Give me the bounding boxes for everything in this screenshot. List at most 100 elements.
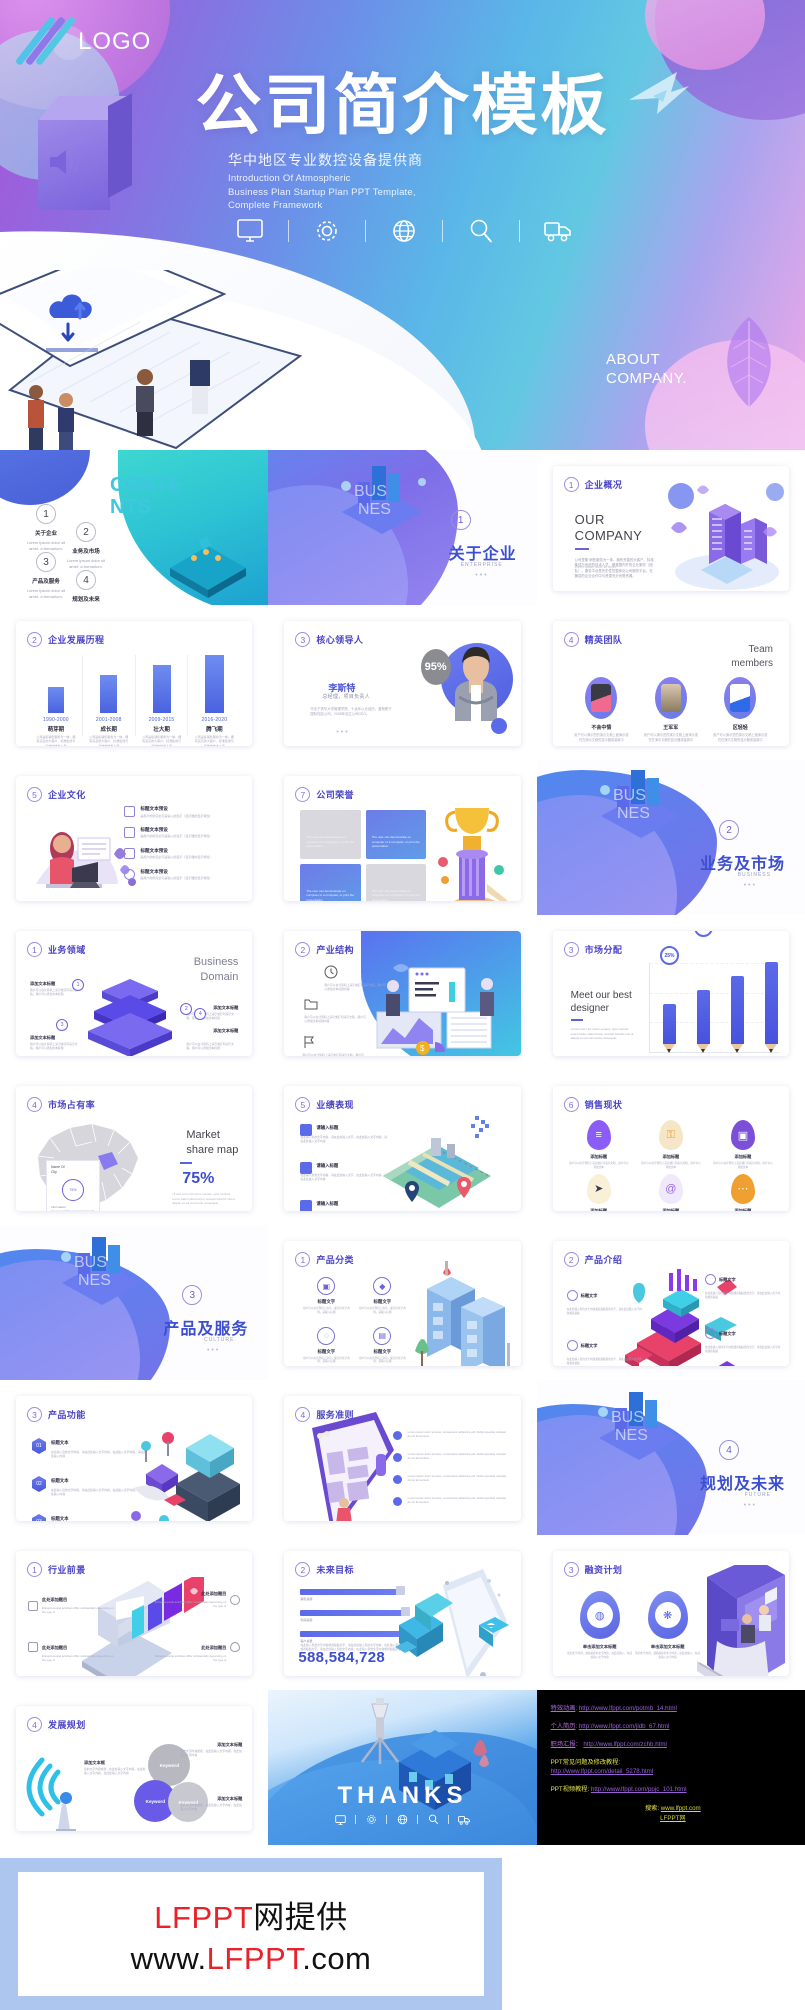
link-row[interactable]: 个人简历: http://www.lfppt.com/jldb_67.html xyxy=(551,1722,795,1731)
slide-company-culture[interactable]: 5 企业文化 标题文本预设 是用户的的完全可是输入的显示（显示器的显示特性） 标… xyxy=(0,760,269,915)
chart-icon xyxy=(124,826,136,838)
intro-item[interactable]: 标题文字 在此处输入您的文字内容或者粘贴您的文字，请在此处输入文字内容或者粘贴 xyxy=(566,1287,643,1316)
slide-elite-team[interactable]: 4 精英团队 Team members 不会中情 用户可以演示您的演示文稿上面演… xyxy=(536,605,805,760)
culture-item[interactable]: 标题文本预设 是用户的的完全可是输入的显示（显示器的显示特性） xyxy=(124,868,240,881)
guideline-item[interactable]: Lorem ipsum dolor sit amet, consectetur … xyxy=(392,1496,509,1506)
slide-industry-prospect[interactable]: 1 行业前景 此处添加题目 Entrepreneurial activities… xyxy=(0,1535,269,1690)
search-icon[interactable] xyxy=(459,218,503,244)
financing-title: 单击添加文本标题 xyxy=(582,1644,617,1649)
gear-icon[interactable] xyxy=(305,218,349,244)
guideline-item[interactable]: Lorem ipsum dolor sit amet, consectetur … xyxy=(392,1474,509,1484)
status-item[interactable]: ▣ 添加标题 用户可以在计算机上演示或打印演示文稿，用户可以添加文本 xyxy=(709,1120,777,1170)
slide-divider-product[interactable]: BUS NES 3 产品及服务 CULTURE ••• xyxy=(0,1225,269,1380)
intro-item[interactable]: 标题文字 在此处输入您的文字内容或者粘贴您的文字，请在此处输入文字内容或者粘贴 xyxy=(704,1325,781,1354)
culture-item[interactable]: 标题文本预设 是用户的的完全可是输入的显示（显示器的显示特性） xyxy=(124,847,240,860)
bullet-dot xyxy=(392,1497,402,1506)
intro-item[interactable]: 标题文字 在此处输入您的文字内容或者粘贴您的文字，请在此处输入文字内容或者粘贴 xyxy=(704,1271,781,1300)
culture-item[interactable]: 标题文本预设 是用户的的完全可是输入的显示（显示器的显示特性） xyxy=(124,806,240,818)
faq-url[interactable]: http://www.lfppt.com/detail_5278.html xyxy=(551,1767,795,1776)
team-member[interactable]: 区轻轻 用户可以演示您的演示文稿上面演示或在在演示文稿的显示器或装置中 xyxy=(712,677,768,742)
prospect-item[interactable]: 此处添加题目 Entrepreneurial activities differ… xyxy=(42,1597,114,1614)
slide-divider-about[interactable]: BUS NES 1 关于企业 ENTERPRISE ••• xyxy=(268,450,537,605)
globe-icon[interactable] xyxy=(382,218,426,244)
globe-icon[interactable] xyxy=(392,1814,412,1825)
performance-desc: 在此输入您的文字内容，请在此处输入文字，在此处输入文字内容，请在此处输入文字内容 xyxy=(300,1135,388,1144)
slide-title: 企业发展历程 xyxy=(48,635,105,645)
category-item[interactable]: ◌ 标题文字 用户可以在计算机上演示，或打印文字内容，请输入标题 xyxy=(302,1326,350,1365)
search-url[interactable]: www.lfppt.com xyxy=(661,1805,701,1812)
structure-item[interactable]: 用户可以在计算机上演示或打印演示文稿，用户可以添加文本标题内容 xyxy=(302,1035,364,1056)
honor-cell[interactable]: The user can demonstrate on computer or … xyxy=(300,810,361,859)
link-row[interactable]: 特效动画: http://www.lfppt.com/potmb_14.html xyxy=(551,1704,795,1713)
link-url[interactable]: http://www.lfppt.com/potmb_14.html xyxy=(579,1705,677,1712)
search-block[interactable]: 搜索: www.lfppt.com LFPPT网 xyxy=(551,1804,795,1824)
structure-item[interactable]: 用户可以在计算机上演示或打印演示文稿，用户可以添加文本标题内容 xyxy=(304,997,366,1023)
slide-company-history[interactable]: 2 企业发展历程 1990-2000 萌芽期 公司是集销售服务为一体，拥有完善的… xyxy=(0,605,269,760)
team-member[interactable]: 不会中情 用户可以演示您的演示文稿上面演示或在在演示文稿的显示器或装置中 xyxy=(573,677,629,742)
honor-cell[interactable]: The user can demonstrate on computer or … xyxy=(365,863,427,901)
thumb-row-7: 3 产品功能 01 标题文本 在此输入您的文字内容，请在此处输入文字内容，在此输… xyxy=(0,1380,805,1535)
slide-performance[interactable]: 5 业绩表现 请输入标题 在此输入您的文字内容，请在此处输入文字，在此处输入文字… xyxy=(268,1070,537,1225)
monitor-icon[interactable] xyxy=(330,1814,350,1825)
prospect-item[interactable]: 此处添加题目 Entrepreneurial activities differ… xyxy=(154,1645,226,1662)
link-url[interactable]: http://www.lfppt.com/zchb.html xyxy=(583,1741,667,1748)
slide-development-plan[interactable]: 4 发展规划 Keyword Keyword Keyword 添加文本框 您的文 xyxy=(0,1690,269,1845)
contents-item-4[interactable]: 4 规划及未来 Lorem ipsum dolor sit amet, a fo… xyxy=(48,570,124,605)
prospect-item[interactable]: 此处添加题目 Entrepreneurial activities differ… xyxy=(154,1591,226,1608)
guideline-item[interactable]: Lorem ipsum dolor sit amet, consectetur … xyxy=(392,1430,509,1440)
link-row[interactable]: 职场汇报： http://www.lfppt.com/zchb.html xyxy=(551,1740,795,1749)
slide-divider-business[interactable]: BUS NES 2 业务及市场 BUSINESS ••• xyxy=(536,760,805,915)
link-url[interactable]: http://www.lfppt.com/jldb_67.html xyxy=(579,1723,669,1730)
domain-marker[interactable]: 3 xyxy=(56,1019,68,1031)
slide-contents[interactable]: CONTE NTS 1 关于企业 Lorem ipsum dolor sit a… xyxy=(0,450,269,605)
slide-core-leader[interactable]: 3 核心领导人 95% 李斯特 总经理，项目负责人 毕业于清华大学管理学院，十余… xyxy=(268,605,537,760)
performance-item[interactable]: 请输入标题 在此输入您的文字内容，请在此处输入文字，在此处输入文字内容，请在此处… xyxy=(300,1200,388,1211)
prospect-item[interactable]: 此处添加题目 Entrepreneurial activities differ… xyxy=(42,1645,114,1662)
intro-item[interactable]: 标题文字 在此处输入您的文字内容或者粘贴您的文字，请在此处输入文字内容或者粘贴 xyxy=(566,1337,643,1366)
venn-circle-gray-2[interactable]: Keyword xyxy=(168,1782,209,1822)
search-icon[interactable] xyxy=(423,1814,443,1825)
video-url[interactable]: http://www.lfppt.com/ppjc_101.html xyxy=(591,1786,687,1793)
status-item[interactable]: @ 添加标题 用户可以在计算机上演示或打印演示文稿，用户可以添加文本 xyxy=(637,1173,705,1211)
prospect-desc: Entrepreneurial activities differ substa… xyxy=(42,1653,114,1662)
slide-business-domain[interactable]: 1 业务领域 Business Domain 添加文本标题 用户可以在计算机上演… xyxy=(0,915,269,1070)
slide-company-overview[interactable]: 1 企业概况 OUR COMPANY 公司是集‧销售服务为一体，拥有完善的大客户… xyxy=(536,450,805,605)
slide-sales-status[interactable]: 6 销售现状 ≡ 添加标题 用户可以在计算机上演示或打印演示文稿，用户可以添加文… xyxy=(536,1070,805,1225)
video-block[interactable]: PPT视频教程: http://www.lfppt.com/ppjc_101.h… xyxy=(551,1785,795,1794)
honor-cell[interactable]: The user can demonstrate on computer or … xyxy=(300,863,361,901)
status-item[interactable]: ⋯ 添加标题 用户可以在计算机上演示或打印演示文稿，用户可以添加文本 xyxy=(709,1173,777,1211)
slide-industry-structure[interactable]: 2 产业结构 用户可以在计算机上演示或打印演示文稿，用户可以添加文本标题内容 用… xyxy=(268,915,537,1070)
guideline-item[interactable]: Lorem ipsum dolor sit amet, consectetur … xyxy=(392,1452,509,1462)
performance-item[interactable]: 请输入标题 在此输入您的文字内容，请在此处输入文字，在此处输入文字内容，请在此处… xyxy=(300,1162,388,1181)
divider-dots: ••• xyxy=(743,882,757,889)
site-name[interactable]: LFPPT网 xyxy=(551,1814,795,1824)
footer-line1: LFPPT网提供 xyxy=(154,1892,347,1937)
truck-icon[interactable] xyxy=(536,219,580,243)
hero-about-line1: ABOUT xyxy=(606,351,661,368)
status-item[interactable]: ➤ 添加标题 用户可以在计算机上演示或打印演示文稿，用户可以添加文本 xyxy=(565,1173,633,1211)
status-item[interactable]: ≡ 添加标题 用户可以在计算机上演示或打印演示文稿，用户可以添加文本 xyxy=(565,1120,633,1170)
gear-icon[interactable] xyxy=(361,1814,381,1825)
slide-product-category[interactable]: 1 产品分类 ▣ 标题文字 用户可以在计算机上演示，或打印文字内容，请输入标题 … xyxy=(268,1225,537,1380)
slide-thanks[interactable]: THANKS xyxy=(268,1690,537,1845)
monitor-icon[interactable] xyxy=(228,219,272,243)
slide-company-honor[interactable]: 7 公司荣誉 The user can demonstrate on compu… xyxy=(268,760,537,915)
slide-product-function[interactable]: 3 产品功能 01 标题文本 在此输入您的文字内容，请在此处输入文字内容，在此输… xyxy=(0,1380,269,1535)
truck-icon[interactable] xyxy=(454,1815,474,1825)
financing-item[interactable]: ◍ 单击添加文本标题 您的文字内容，或粘贴您的文字内容，在此处输入，在此处输入文… xyxy=(567,1591,633,1660)
team-member[interactable]: 王军军 用户可以演示您的演示文稿上面演示或在在演示文稿的显示器或装置中 xyxy=(643,677,699,742)
slide-future-goals[interactable]: 2 未来目标 销售总额 利润总额 客户总量 在此输入您的文字内容或者粘贴文字，请… xyxy=(268,1535,537,1690)
slide-product-intro[interactable]: 2 产品介绍 标题文字 在此处输入您的文字内容或者粘贴您的文字，请在此处输入文字… xyxy=(536,1225,805,1380)
status-item[interactable]: ⚿ 添加标题 用户可以在计算机上演示或打印演示文稿，用户可以添加文本 xyxy=(637,1120,705,1170)
slide-market-distribution[interactable]: 3 市场分配 Meet our best designer Ut wisi en… xyxy=(536,915,805,1070)
slide-divider-future[interactable]: BUS NES 4 规划及未来 FUTURE ••• xyxy=(536,1380,805,1535)
slide-market-share[interactable]: 4 市场占有率 Name Of City 75% Information Mar… xyxy=(0,1070,269,1225)
honor-cell[interactable]: The user can demonstrate on computer or … xyxy=(365,810,427,859)
slide-financing-plan[interactable]: 3 融资计划 ◍ 单击添加文本标题 您的文字内容，或粘贴您的文字内容，在此处输入… xyxy=(536,1535,805,1690)
performance-item[interactable]: 请输入标题 在此输入您的文字内容，请在此处输入文字，在此处输入文字内容，请在此处… xyxy=(300,1124,388,1143)
domain-marker[interactable]: 1 xyxy=(72,979,84,991)
slide-service-guideline[interactable]: 4 服务准则 Lorem ipsum dolor sit amet, conse… xyxy=(268,1380,537,1535)
culture-item[interactable]: 标题文本预设 是用户的的完全可是输入的显示（显示器的显示特性） xyxy=(124,826,240,839)
faq-block[interactable]: PPT常见问题及修改教程: http://www.lfppt.com/detai… xyxy=(551,1758,795,1776)
category-item[interactable]: ▣ 标题文字 用户可以在计算机上演示，或打印文字内容，请输入标题 xyxy=(302,1277,350,1315)
